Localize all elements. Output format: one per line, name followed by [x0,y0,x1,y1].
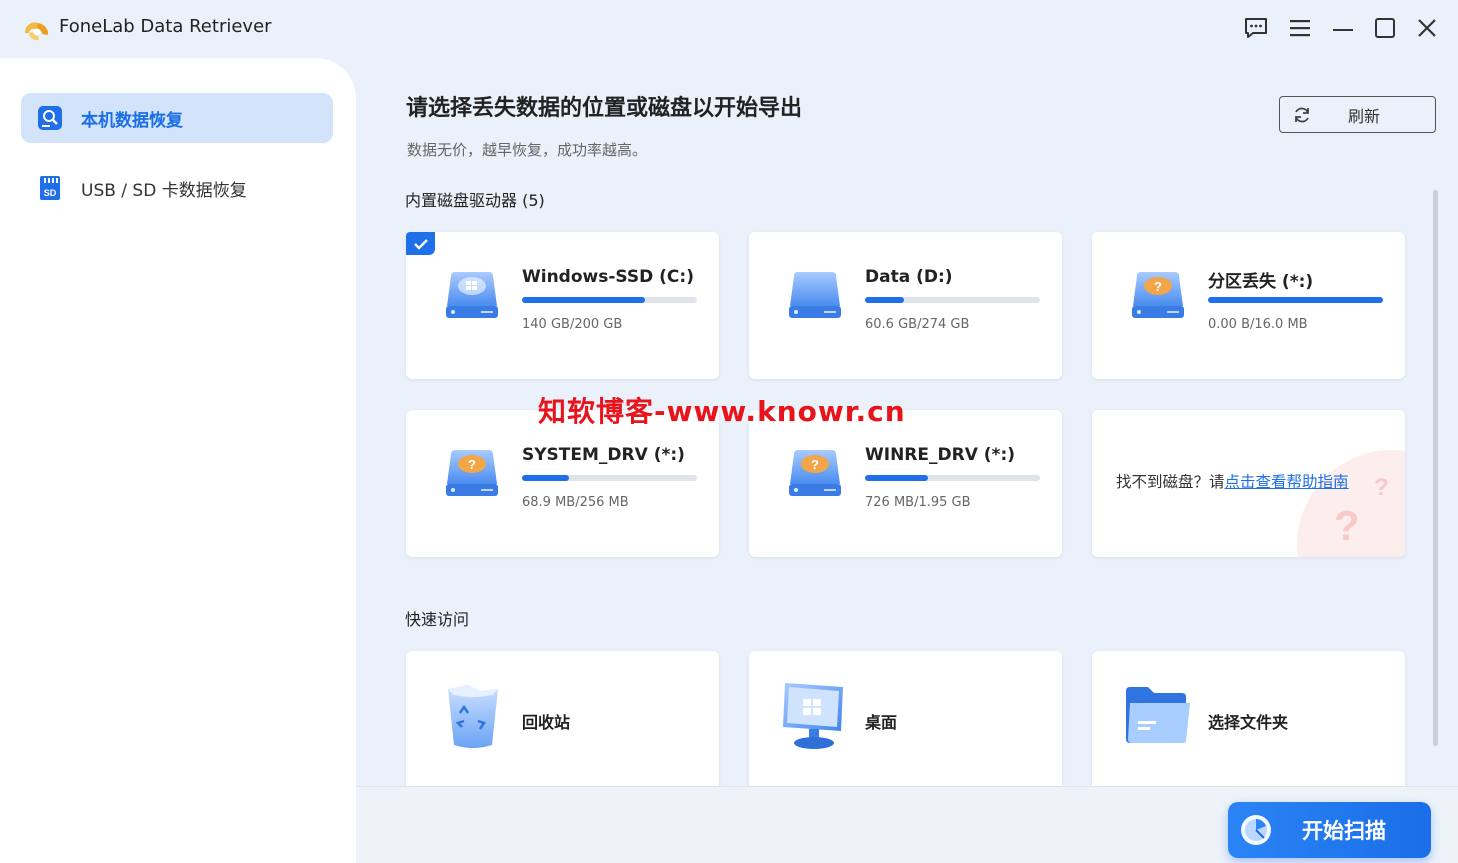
help-card: ? ? 找不到磁盘？请点击查看帮助指南 [1092,410,1405,557]
feedback-button[interactable] [1242,14,1270,42]
quick-item-select-folder[interactable]: 选择文件夹 [1092,651,1405,786]
quick-item-label: 回收站 [522,713,571,732]
question-decoration-icon: ? ? [1297,450,1405,557]
svg-text:?: ? [468,457,476,472]
quick-item-label: 选择文件夹 [1208,713,1289,732]
sidebar-item-pc-recovery[interactable]: 本机数据恢复 [21,93,333,143]
scrollbar[interactable] [1433,190,1438,746]
usage-bar [865,475,1040,481]
drives-section-title: 内置磁盘驱动器 (5) [405,191,545,210]
svg-text:?: ? [811,457,819,472]
sd-card-icon: SD [40,176,60,200]
drive-size: 140 GB/200 GB [522,317,623,332]
drive-size: 60.6 GB/274 GB [865,317,970,332]
usage-bar-fill [522,475,570,481]
sidebar-item-usb-sd-recovery[interactable]: SD USB / SD 卡数据恢复 [21,163,333,213]
drive-name: Data (D:) [865,267,953,287]
unknown-drive-icon: ? [789,450,841,496]
recycle-bin-icon [448,685,498,748]
pc-recovery-icon [38,106,62,130]
scan-radar-icon [1241,815,1271,845]
chat-icon [1245,18,1267,38]
drive-icon [789,272,841,318]
drive-card-d[interactable]: Data (D:) 60.6 GB/274 GB [749,232,1062,379]
watermark: 知软博客-www.knowr.cn [538,395,906,428]
svg-text:?: ? [1334,502,1360,549]
refresh-button[interactable]: 刷新 [1279,96,1436,133]
drive-size: 68.9 MB/256 MB [522,495,629,510]
svg-text:?: ? [1154,279,1162,294]
usage-bar-fill [522,297,645,303]
sidebar-item-label: USB / SD 卡数据恢复 [81,180,247,201]
drive-card-lost-partition[interactable]: ? 分区丢失 (*:) 0.00 B/16.0 MB [1092,232,1405,379]
drive-size: 0.00 B/16.0 MB [1208,317,1308,332]
hamburger-menu-icon [1290,20,1310,37]
refresh-icon [1295,107,1309,122]
quick-item-desktop[interactable]: 桌面 [749,651,1062,786]
usage-bar [522,475,697,481]
drive-card-c[interactable]: Windows-SSD (C:) 140 GB/200 GB [406,232,719,379]
quick-item-recycle-bin[interactable]: 回收站 [406,651,719,786]
app-title: FoneLab Data Retriever [59,16,272,37]
title-bar: FoneLab Data Retriever [0,0,1458,58]
usage-bar-fill [1208,297,1383,303]
desktop-icon [783,683,843,749]
minimize-icon [1333,29,1353,31]
selected-check-badge [406,232,435,255]
usage-bar-fill [865,297,904,303]
help-guide-link[interactable]: 点击查看帮助指南 [1225,473,1349,491]
close-icon [1418,19,1436,37]
usage-bar [865,297,1040,303]
usage-bar [1208,297,1383,303]
unknown-drive-icon: ? [1132,272,1184,318]
page-title: 请选择丢失数据的位置或磁盘以开始导出 [406,96,803,121]
drive-size: 726 MB/1.95 GB [865,495,971,510]
usage-bar-fill [865,475,928,481]
menu-button[interactable] [1286,14,1314,42]
drive-card-winre-drv[interactable]: ? WINRE_DRV (*:) 726 MB/1.95 GB [749,410,1062,557]
maximize-icon [1375,18,1395,38]
svg-text:SD: SD [44,188,57,198]
minimize-button[interactable] [1329,14,1357,42]
refresh-label: 刷新 [1348,106,1381,126]
drive-name: Windows-SSD (C:) [522,267,694,287]
checkmark-icon [413,238,428,250]
drive-name: SYSTEM_DRV (*:) [522,445,685,465]
page-subtitle: 数据无价，越早恢复，成功率越高。 [407,141,648,159]
quick-item-label: 桌面 [865,713,898,732]
drive-name: WINRE_DRV (*:) [865,445,1016,465]
quick-access-title: 快速访问 [405,610,470,629]
windows-drive-icon [446,272,498,318]
folder-icon [1126,687,1190,743]
drive-name: 分区丢失 (*:) [1208,272,1314,292]
unknown-drive-icon: ? [446,450,498,496]
start-scan-label: 开始扫描 [1302,819,1386,843]
sidebar: 本机数据恢复 SD USB / SD 卡数据恢复 [0,58,356,863]
close-button[interactable] [1413,14,1441,42]
app-logo-icon [25,22,49,41]
help-prefix: 找不到磁盘？请 [1116,473,1225,491]
svg-text:?: ? [1374,474,1389,501]
start-scan-button[interactable]: 开始扫描 [1228,802,1431,858]
drive-card-system-drv[interactable]: ? SYSTEM_DRV (*:) 68.9 MB/256 MB [406,410,719,557]
help-text: 找不到磁盘？请点击查看帮助指南 [1116,470,1349,492]
usage-bar [522,297,697,303]
sidebar-item-label: 本机数据恢复 [81,110,183,131]
maximize-button[interactable] [1371,14,1399,42]
